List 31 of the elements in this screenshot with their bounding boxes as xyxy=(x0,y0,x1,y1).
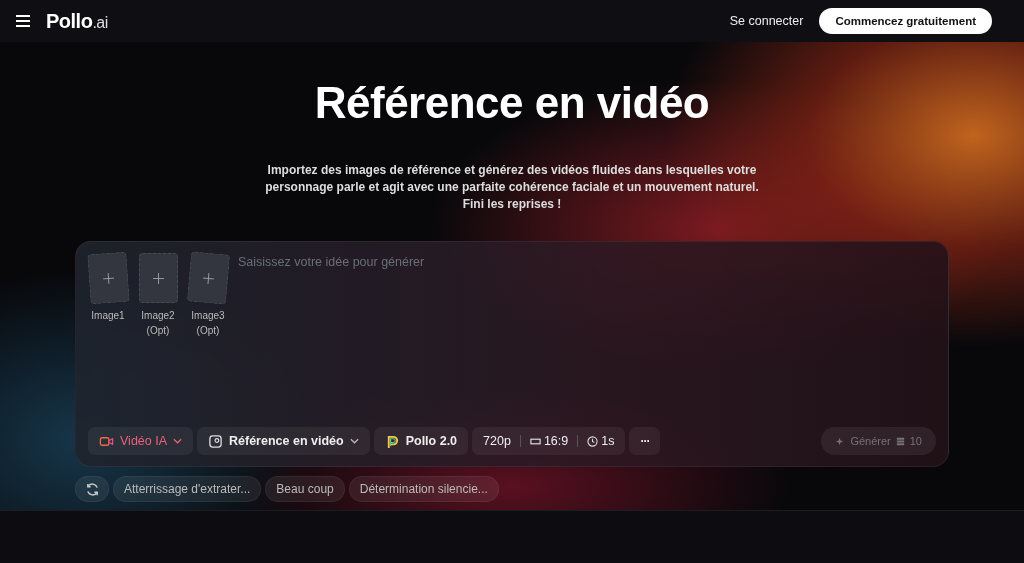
image-upload-slot[interactable] xyxy=(186,251,230,305)
start-free-button[interactable]: Commencez gratuitement xyxy=(819,8,992,34)
image-upload-slot[interactable] xyxy=(138,253,178,303)
image-slot-label: Image2 (Opt) xyxy=(140,309,176,338)
image-slot-label: Image1 xyxy=(91,309,125,323)
chevron-down-icon xyxy=(173,438,183,444)
hero-subtitle: Importez des images de référence et générez des vidéos fluides dans lesquelles votre personnage parle et agit avec une parfaite cohérence faciale et un mouvement naturel. Fini les reprises ! xyxy=(264,162,760,213)
plus-icon xyxy=(102,272,114,284)
suggestion-chip[interactable]: Détermination silencie... xyxy=(348,476,499,502)
refresh-icon xyxy=(84,481,100,497)
suggestion-chip[interactable]: Atterrissage d'extrater... xyxy=(113,476,262,502)
image-upload-slot[interactable] xyxy=(86,251,130,305)
logo[interactable]: Pollo.ai xyxy=(46,9,108,33)
video-ai-dropdown[interactable]: Vidéo IA xyxy=(88,427,194,455)
plus-icon xyxy=(202,272,214,284)
chevron-down-icon xyxy=(349,438,359,444)
credits-icon xyxy=(894,435,906,447)
more-options-button[interactable]: ··· xyxy=(629,427,661,455)
login-link[interactable]: Se connecter xyxy=(729,14,804,28)
hero-title: Référence en vidéo xyxy=(314,78,710,128)
prompt-input[interactable]: Saisissez votre idée pour générer xyxy=(234,253,936,407)
plus-icon xyxy=(152,272,164,284)
model-selector[interactable]: Pollo 2.0 xyxy=(373,427,469,455)
suggestion-chip[interactable]: Beau coup xyxy=(265,476,345,502)
image-slot-label: Image3 (Opt) xyxy=(190,309,226,338)
refresh-suggestions-button[interactable] xyxy=(75,476,109,502)
feature-dropdown[interactable]: Référence en vidéo xyxy=(197,427,370,455)
video-settings-button[interactable]: 720p 16:9 1s xyxy=(472,427,626,455)
menu-icon[interactable] xyxy=(16,15,30,27)
image-frame-icon xyxy=(208,433,224,449)
clock-icon xyxy=(587,435,599,447)
